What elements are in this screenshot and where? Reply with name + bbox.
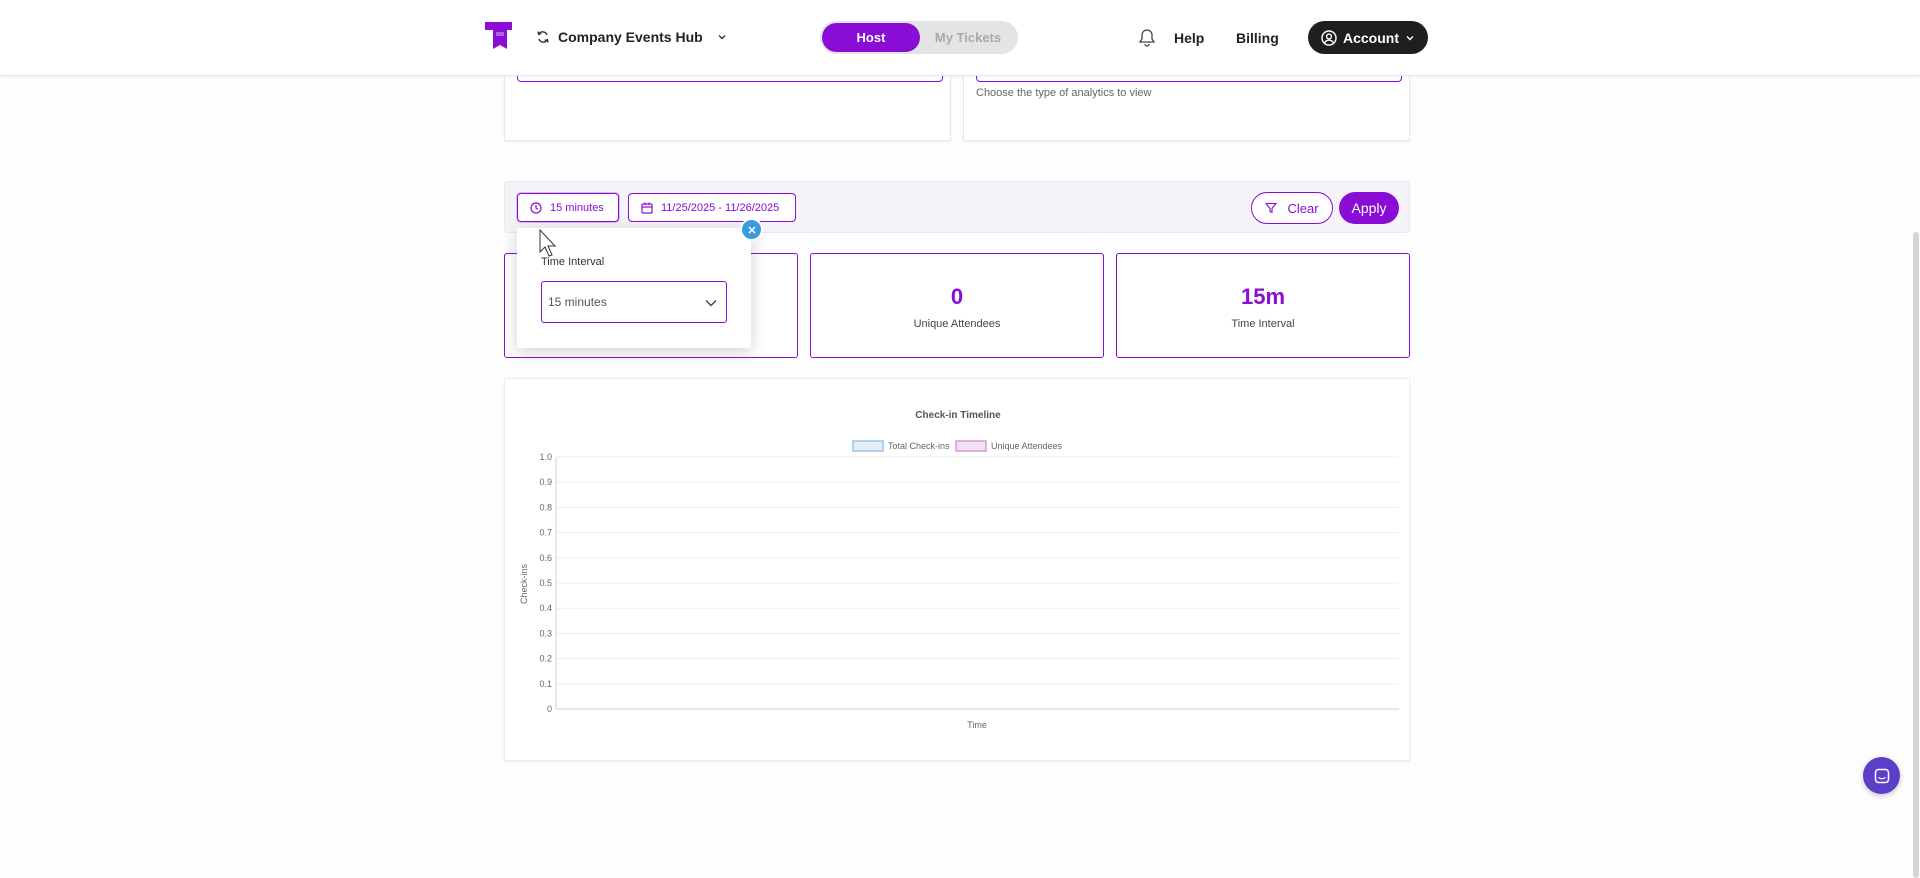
y-axis-ticks: 1.0 0.9 0.8 0.7 0.6 0.5 0.4 0.3 0.2 0.1 0 [539,452,552,714]
chart-title: Check-in Timeline [915,410,1001,421]
workspace-name: Company Events Hub [558,29,703,45]
chat-launcher-button[interactable] [1863,757,1900,794]
logo-icon[interactable] [484,20,514,50]
y-tick-label: 0.6 [539,553,552,563]
chart-legend: Total Check-ins Unique Attendees [852,440,1063,452]
legend-label-total[interactable]: Total Check-ins [888,441,950,451]
legend-label-unique[interactable]: Unique Attendees [991,441,1063,451]
mouse-cursor-icon [539,229,557,257]
chart-grid [556,456,1399,710]
date-range-label: 11/25/2025 - 11/26/2025 [661,201,780,214]
calendar-icon [641,202,653,214]
chevron-down-icon [718,35,726,40]
toggle-host[interactable]: Host [822,23,920,52]
stat-label: Time Interval [1231,318,1295,330]
time-interval-select[interactable]: 15 minutes [541,281,727,323]
interval-chip[interactable]: 15 minutes [517,193,619,222]
y-tick-label: 1.0 [539,452,552,462]
billing-link[interactable]: Billing [1236,30,1279,46]
stat-value: 0 [950,284,964,309]
account-button[interactable]: Account [1308,21,1428,54]
y-tick-label: 0.8 [539,502,552,512]
clear-label: Clear [1287,200,1319,216]
bell-icon[interactable] [1138,28,1156,48]
stat-card-unique-attendees: 0 Unique Attendees [810,253,1104,358]
checkin-timeline-card: Check-in Timeline Total Check-ins Unique… [504,378,1410,761]
stat-card-time-interval: 15m Time Interval [1116,253,1410,358]
toggle-my-tickets[interactable]: My Tickets [920,23,1016,52]
chat-icon [1874,768,1889,783]
filter-icon [1265,202,1278,214]
role-toggle: Host My Tickets [820,21,1018,54]
y-tick-label: 0.9 [539,477,552,487]
y-tick-label: 0.1 [539,679,552,689]
chevron-down-icon [1406,35,1414,40]
clock-icon [530,201,542,214]
page-scrollbar[interactable] [1913,232,1919,878]
y-axis-label: Check-ins [519,563,529,604]
workspace-switcher[interactable]: Company Events Hub [536,26,727,48]
interval-chip-label: 15 minutes [550,201,604,214]
switch-icon [537,31,549,43]
help-link[interactable]: Help [1174,30,1204,46]
close-icon [747,225,756,234]
y-tick-label: 0.4 [539,603,552,613]
analytics-type-help: Choose the type of analytics to view [976,87,1152,99]
legend-swatch-unique[interactable] [955,440,987,452]
stat-value: 15m [1240,284,1286,309]
apply-button[interactable]: Apply [1339,192,1399,224]
chevron-down-icon [705,300,717,307]
legend-swatch-total[interactable] [852,440,884,452]
checkin-timeline-chart: Check-in Timeline Total Check-ins Unique… [519,410,1399,730]
stat-label: Unique Attendees [913,318,1001,330]
account-label: Account [1343,29,1399,46]
y-tick-label: 0.3 [539,628,552,638]
filter-bar: 15 minutes 11/25/2025 - 11/26/2025 Clear… [504,181,1410,233]
date-range-chip[interactable]: 11/25/2025 - 11/26/2025 [628,193,796,222]
clear-button[interactable]: Clear [1251,192,1333,224]
y-tick-label: 0.2 [539,654,552,664]
x-axis-label: Time [967,720,987,730]
y-tick-label: 0 [547,704,552,714]
time-interval-selected: 15 minutes [548,295,607,309]
user-circle-icon [1321,29,1337,46]
y-tick-label: 0.7 [539,528,552,538]
top-navbar: Company Events Hub Host My Tickets Help … [0,0,1920,76]
y-tick-label: 0.5 [539,578,552,588]
popover-close-button[interactable] [740,218,763,241]
